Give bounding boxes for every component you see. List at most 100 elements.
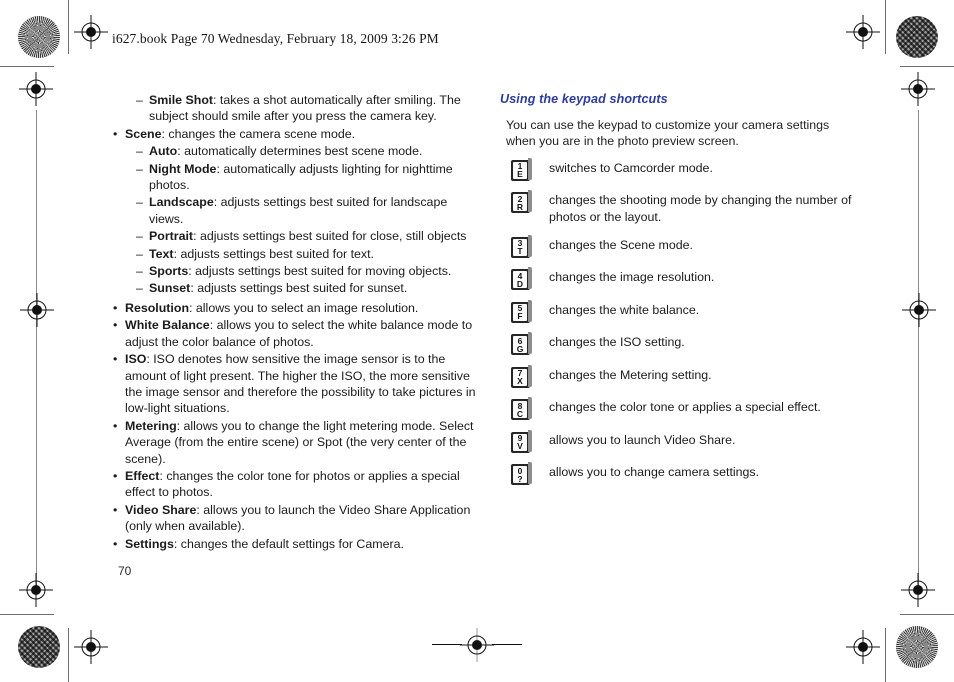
bullet-marker: • (113, 318, 118, 333)
left-text-column: – Smile Shot: takes a shot automatically … (112, 92, 478, 553)
dash-marker: – (136, 93, 143, 107)
registration-mark-left-middle (20, 293, 54, 327)
list-item-text: : allows you to change the light meterin… (125, 418, 474, 466)
list-item-term: Scene (125, 126, 162, 141)
list-item: 8 C changes the color tone or applies a … (500, 396, 872, 421)
list-item-term: Text (149, 246, 174, 261)
shortcut-description: changes the ISO setting. (549, 335, 685, 350)
key-letter: V (517, 441, 523, 452)
list-item: • Scene: changes the camera scene mode. (112, 126, 478, 142)
registration-mark-right-middle (902, 293, 936, 327)
key-2-r-icon: 2 R (511, 190, 532, 214)
shortcut-description: changes the white balance. (549, 302, 700, 317)
list-item: • Settings: changes the default settings … (112, 536, 478, 552)
dash-marker: – (136, 144, 143, 159)
list-item-term: Smile Shot (149, 93, 214, 107)
list-item: • ISO: ISO denotes how sensitive the imag… (112, 351, 478, 417)
trim-rule-left-horizontal-top (0, 66, 54, 67)
registration-mark-bottom-center (460, 628, 494, 662)
list-item-text: : changes the default settings for Camer… (173, 536, 404, 551)
dash-marker: – (136, 161, 143, 176)
key-0-question-icon: 0 ? (511, 462, 532, 486)
list-item-term: Portrait (149, 229, 194, 244)
rosette-target-bottom-right (896, 626, 938, 668)
registration-mark-bottom-right (846, 630, 880, 664)
trim-rule-left-horizontal-bottom (0, 614, 54, 615)
list-item-text: : changes the camera scene mode. (161, 126, 356, 141)
rosette-target-top-left (18, 16, 60, 58)
list-item: 7 X changes the Metering setting. (500, 364, 872, 388)
shortcut-description: allows you to change camera settings. (549, 465, 760, 480)
intro-paragraph: You can use the keypad to customize your… (506, 118, 830, 149)
key-7-x-icon: 7 X (511, 364, 532, 388)
key-letter: F (517, 311, 523, 322)
dash-marker: – (136, 281, 143, 296)
section-heading: Using the keypad shortcuts (500, 92, 668, 106)
page-number: 70 (118, 564, 132, 578)
list-item: • White Balance: allows you to select the… (112, 317, 478, 350)
shortcut-description: changes the image resolution. (549, 270, 715, 285)
dash-marker: – (136, 229, 143, 244)
bullet-marker: • (113, 536, 118, 551)
trim-rule-top-right-vertical (885, 0, 886, 54)
key-8-c-icon: 8 C (511, 397, 532, 421)
shortcut-description: allows you to launch Video Share. (549, 432, 736, 447)
list-item: 2 R changes the shooting mode by changin… (500, 189, 872, 225)
list-item: – Night Mode: automatically adjusts light… (136, 161, 478, 194)
trim-rule-right-middle-vertical (918, 110, 919, 590)
list-item-term: Effect (125, 468, 160, 483)
registration-mark-left-upper (19, 72, 53, 106)
list-item: – Portrait: adjusts settings best suited … (136, 228, 478, 244)
trim-rule-bottom-left-vertical (68, 628, 69, 682)
bullet-marker: • (113, 468, 118, 483)
bullet-marker: • (113, 300, 118, 315)
rosette-target-top-right (896, 16, 938, 58)
list-item: 0 ? allows you to change camera settings… (500, 461, 872, 486)
bullet-marker: • (113, 502, 118, 517)
list-item-text: : automatically determines best scene mo… (177, 144, 423, 159)
list-item: – Auto: automatically determines best sce… (136, 143, 478, 159)
trim-rule-bottom-right-vertical (885, 628, 886, 682)
key-letter: R (516, 201, 524, 212)
key-letter: X (517, 376, 523, 387)
list-item: 3 T changes the Scene mode. (500, 234, 872, 258)
key-letter: ? (517, 473, 523, 484)
registration-mark-bottom-left (74, 630, 108, 664)
list-item-term: Night Mode (149, 161, 217, 176)
list-item: 4 D changes the image resolution. (500, 266, 872, 291)
list-item: • Video Share: allows you to launch the V… (112, 502, 478, 535)
list-item: • Effect: changes the color tone for phot… (112, 468, 478, 501)
list-item: – Text: adjusts settings best suited for … (136, 246, 478, 262)
key-6-g-icon: 6 G (511, 332, 532, 356)
registration-mark-top-right (846, 15, 880, 49)
key-letter: C (516, 408, 524, 419)
trim-rule-bottom-center-right (492, 644, 522, 645)
list-item: – Sports: adjusts settings best suited fo… (136, 263, 478, 279)
bullet-marker: • (113, 352, 118, 367)
list-item: 9 V allows you to launch Video Share. (500, 429, 872, 453)
list-item-term: Landscape (149, 195, 214, 210)
list-item: – Landscape: adjusts settings best suited… (136, 194, 478, 227)
registration-mark-left-lower (19, 573, 53, 607)
shortcut-description: changes the shooting mode by changing th… (549, 193, 852, 224)
key-letter: G (516, 343, 524, 354)
list-item-term: Metering (125, 418, 177, 433)
key-9-v-icon: 9 V (511, 429, 532, 453)
shortcut-description: switches to Camcorder mode. (549, 160, 713, 175)
list-item-text: : adjusts settings best suited for movin… (188, 264, 452, 279)
list-item-term: Settings (125, 536, 174, 551)
key-5-f-icon: 5 F (511, 299, 532, 323)
registration-mark-right-upper (901, 72, 935, 106)
trim-rule-left-middle-vertical (36, 110, 37, 590)
list-item-text: : ISO denotes how sensitive the image se… (125, 352, 476, 416)
keypad-shortcut-list: 1 E switches to Camcorder mode. 2 R chan… (500, 157, 872, 486)
list-item-term: Resolution (125, 300, 190, 315)
list-item: – Smile Shot: takes a shot automatically … (136, 92, 478, 125)
page-slugline: i627.book Page 70 Wednesday, February 18… (112, 31, 439, 46)
trim-rule-right-horizontal-top (900, 66, 954, 67)
key-letter: E (517, 169, 523, 180)
trim-rule-top-left-vertical (68, 0, 69, 54)
list-item-term: Auto (149, 144, 178, 159)
dash-marker: – (136, 195, 143, 210)
list-item-text: : adjusts settings best suited for text. (173, 246, 374, 261)
